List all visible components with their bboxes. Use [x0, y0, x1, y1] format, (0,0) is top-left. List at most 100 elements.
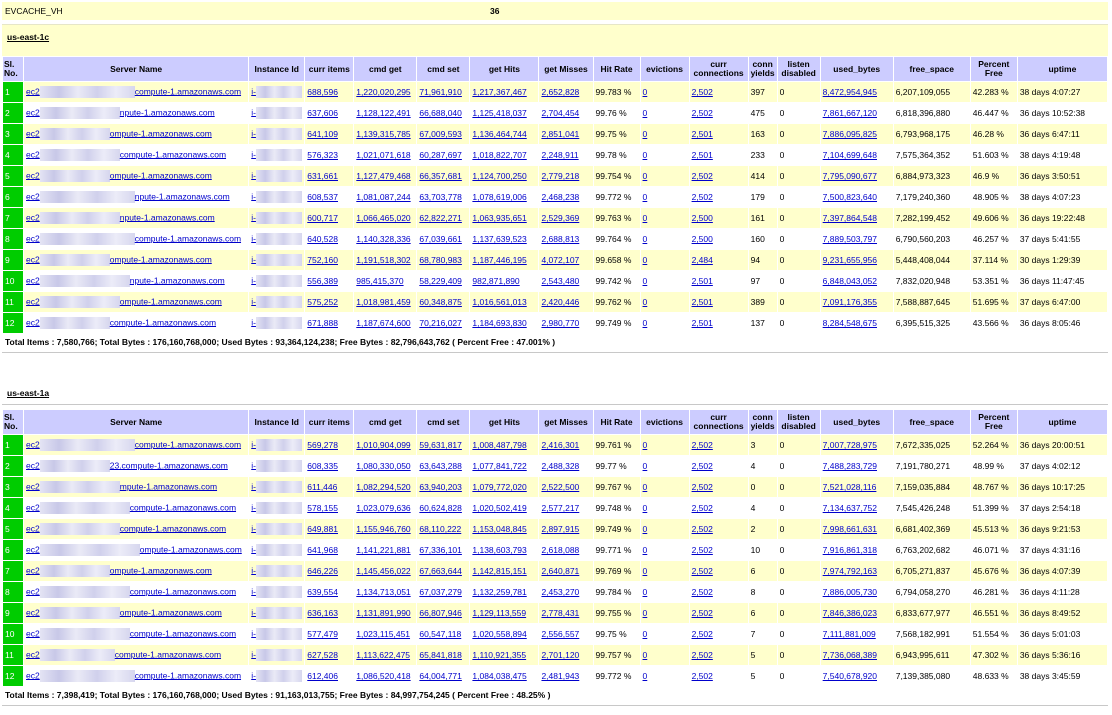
cmd-set-link[interactable]: 59,631,817: [419, 440, 462, 450]
curr-connections-link[interactable]: 2,502: [692, 461, 713, 471]
instance-id-cell[interactable]: i-: [249, 82, 305, 102]
cmd-set-link[interactable]: 60,348,875: [419, 297, 462, 307]
cmd-set-cell[interactable]: 60,624,828: [417, 498, 470, 518]
used-bytes-cell[interactable]: 8,284,548,675: [820, 313, 893, 333]
curr-items-cell[interactable]: 627,528: [305, 645, 354, 665]
get-misses-cell[interactable]: 2,543,480: [539, 271, 593, 291]
get-hits-cell[interactable]: 1,020,502,419: [470, 498, 539, 518]
curr-connections-cell[interactable]: 2,501: [689, 124, 748, 144]
used-bytes-cell[interactable]: 7,521,028,116: [820, 477, 893, 497]
get-misses-link[interactable]: 2,556,557: [541, 629, 579, 639]
get-hits-cell[interactable]: 1,184,693,830: [470, 313, 539, 333]
server-name-prefix[interactable]: ec2: [26, 170, 40, 180]
cmd-get-cell[interactable]: 1,080,330,050: [354, 456, 417, 476]
server-name-cell[interactable]: ec2 compute-1.amazonaws.com: [24, 624, 249, 644]
instance-id-cell[interactable]: i-: [249, 540, 305, 560]
curr-items-link[interactable]: 649,881: [307, 524, 338, 534]
curr-connections-link[interactable]: 2,501: [692, 318, 713, 328]
curr-items-cell[interactable]: 569,278: [305, 435, 354, 455]
cmd-get-cell[interactable]: 1,113,622,475: [354, 645, 417, 665]
cmd-get-cell[interactable]: 1,187,674,600: [354, 313, 417, 333]
server-name-cell[interactable]: ec2 compute-1.amazonaws.com: [24, 82, 249, 102]
used-bytes-cell[interactable]: 6,848,043,052: [820, 271, 893, 291]
get-misses-link[interactable]: 2,701,120: [541, 650, 579, 660]
get-misses-link[interactable]: 2,652,828: [541, 87, 579, 97]
server-name-cell[interactable]: ec2 ompute-1.amazonaws.com: [24, 561, 249, 581]
curr-items-link[interactable]: 608,335: [307, 461, 338, 471]
cmd-set-cell[interactable]: 63,643,288: [417, 456, 470, 476]
instance-id-cell[interactable]: i-: [249, 124, 305, 144]
get-misses-cell[interactable]: 2,420,446: [539, 292, 593, 312]
get-hits-link[interactable]: 1,020,502,419: [472, 503, 526, 513]
cmd-get-link[interactable]: 1,191,518,302: [356, 255, 410, 265]
curr-connections-cell[interactable]: 2,502: [689, 582, 748, 602]
get-misses-cell[interactable]: 2,416,301: [539, 435, 593, 455]
curr-connections-link[interactable]: 2,502: [692, 482, 713, 492]
curr-connections-cell[interactable]: 2,502: [689, 456, 748, 476]
curr-items-link[interactable]: 577,479: [307, 629, 338, 639]
evictions-link[interactable]: 0: [643, 629, 648, 639]
server-name-suffix[interactable]: compute-1.amazonaws.com: [115, 649, 221, 659]
curr-connections-cell[interactable]: 2,502: [689, 561, 748, 581]
curr-connections-cell[interactable]: 2,502: [689, 519, 748, 539]
curr-connections-cell[interactable]: 2,502: [689, 666, 748, 686]
curr-items-link[interactable]: 646,226: [307, 566, 338, 576]
get-hits-cell[interactable]: 1,124,700,250: [470, 166, 539, 186]
server-name-suffix[interactable]: ompute-1.amazonaws.com: [120, 607, 222, 617]
instance-id-cell[interactable]: i-: [249, 208, 305, 228]
get-misses-cell[interactable]: 2,529,369: [539, 208, 593, 228]
curr-connections-link[interactable]: 2,502: [692, 524, 713, 534]
evictions-link[interactable]: 0: [643, 234, 648, 244]
curr-connections-link[interactable]: 2,502: [692, 629, 713, 639]
cmd-set-link[interactable]: 60,287,697: [419, 150, 462, 160]
curr-connections-link[interactable]: 2,502: [692, 108, 713, 118]
evictions-link[interactable]: 0: [643, 461, 648, 471]
server-name-prefix[interactable]: ec2: [26, 628, 40, 638]
curr-items-link[interactable]: 576,323: [307, 150, 338, 160]
get-misses-link[interactable]: 2,704,454: [541, 108, 579, 118]
used-bytes-link[interactable]: 7,521,028,116: [823, 482, 877, 492]
get-misses-link[interactable]: 2,529,369: [541, 213, 579, 223]
get-hits-cell[interactable]: 1,138,603,793: [470, 540, 539, 560]
curr-items-link[interactable]: 611,446: [307, 482, 337, 492]
evictions-cell[interactable]: 0: [640, 645, 689, 665]
get-misses-cell[interactable]: 2,556,557: [539, 624, 593, 644]
evictions-cell[interactable]: 0: [640, 456, 689, 476]
cmd-set-cell[interactable]: 63,940,203: [417, 477, 470, 497]
curr-items-link[interactable]: 636,163: [307, 608, 338, 618]
used-bytes-link[interactable]: 7,889,503,797: [823, 234, 877, 244]
get-misses-link[interactable]: 2,640,871: [541, 566, 579, 576]
get-hits-link[interactable]: 1,016,561,013: [472, 297, 526, 307]
evictions-link[interactable]: 0: [643, 318, 648, 328]
evictions-cell[interactable]: 0: [640, 292, 689, 312]
evictions-cell[interactable]: 0: [640, 250, 689, 270]
evictions-cell[interactable]: 0: [640, 603, 689, 623]
server-name-cell[interactable]: ec2 npute-1.amazonaws.com: [24, 103, 249, 123]
server-name-prefix[interactable]: ec2: [26, 233, 40, 243]
cmd-set-link[interactable]: 67,037,279: [419, 587, 462, 597]
get-hits-link[interactable]: 1,136,464,744: [472, 129, 526, 139]
get-hits-link[interactable]: 1,137,639,523: [472, 234, 526, 244]
used-bytes-link[interactable]: 7,488,283,729: [823, 461, 877, 471]
cmd-set-cell[interactable]: 67,009,593: [417, 124, 470, 144]
server-name-prefix[interactable]: ec2: [26, 275, 40, 285]
server-name-prefix[interactable]: ec2: [26, 128, 40, 138]
curr-items-cell[interactable]: 646,226: [305, 561, 354, 581]
get-misses-cell[interactable]: 2,453,270: [539, 582, 593, 602]
evictions-cell[interactable]: 0: [640, 229, 689, 249]
instance-id-cell[interactable]: i-: [249, 624, 305, 644]
used-bytes-link[interactable]: 7,886,005,730: [823, 587, 877, 597]
get-misses-link[interactable]: 2,688,813: [541, 234, 579, 244]
cmd-get-cell[interactable]: 1,155,946,760: [354, 519, 417, 539]
cmd-set-cell[interactable]: 67,663,644: [417, 561, 470, 581]
evictions-cell[interactable]: 0: [640, 208, 689, 228]
server-name-prefix[interactable]: ec2: [26, 565, 40, 575]
cmd-get-cell[interactable]: 1,023,115,451: [354, 624, 417, 644]
curr-connections-cell[interactable]: 2,500: [689, 208, 748, 228]
get-misses-link[interactable]: 2,488,328: [541, 461, 579, 471]
cmd-get-cell[interactable]: 1,086,520,418: [354, 666, 417, 686]
instance-id-cell[interactable]: i-: [249, 561, 305, 581]
used-bytes-cell[interactable]: 7,007,728,975: [820, 435, 893, 455]
curr-items-link[interactable]: 637,606: [307, 108, 338, 118]
cmd-get-cell[interactable]: 1,023,079,636: [354, 498, 417, 518]
